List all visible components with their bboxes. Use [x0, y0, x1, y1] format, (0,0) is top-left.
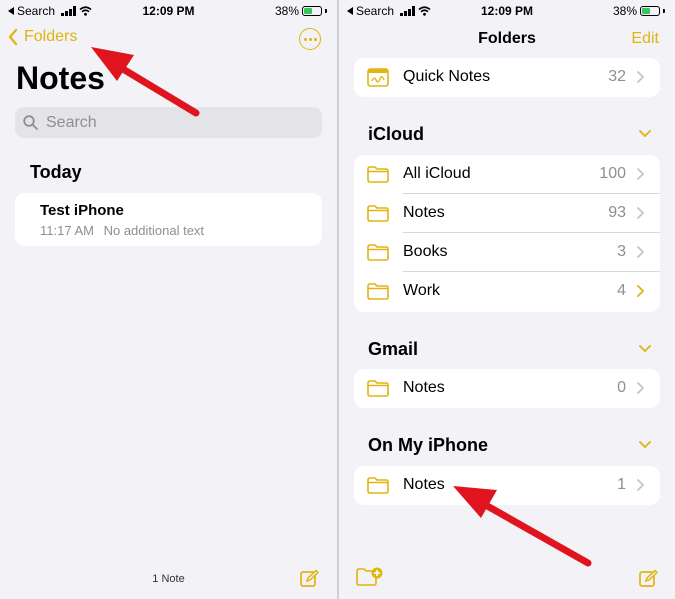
annotation-arrow [91, 47, 200, 117]
notes-list-screen: Search 12:09 PM 38% Folders Notes Today … [0, 0, 337, 599]
folders-screen: Search 12:09 PM 38% Folders Edit Quick N… [339, 0, 675, 599]
annotation-arrow [453, 486, 592, 567]
